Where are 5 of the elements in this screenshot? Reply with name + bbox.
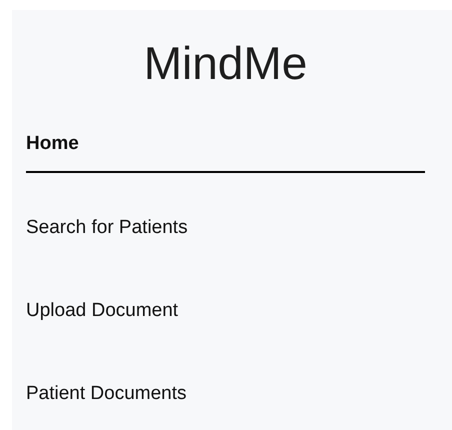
nav-link[interactable]: Search for Patients [26, 216, 425, 240]
nav-link[interactable]: Home [26, 132, 425, 173]
app-title: MindMe [142, 36, 308, 91]
nav-link[interactable]: Patient Documents [26, 382, 425, 406]
nav-link[interactable]: Upload Document [26, 299, 425, 323]
